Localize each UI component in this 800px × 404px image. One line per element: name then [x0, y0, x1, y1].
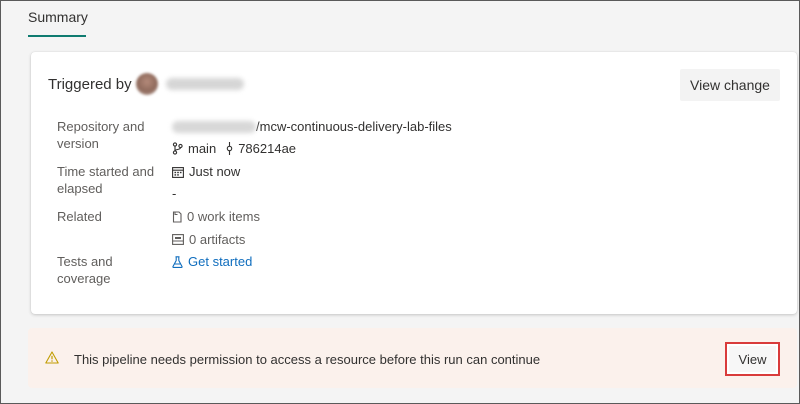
triggered-by-label: Triggered by: [48, 75, 132, 93]
tab-bar: Summary: [0, 0, 800, 42]
permission-message: This pipeline needs permission to access…: [74, 352, 541, 367]
calendar-icon: [172, 166, 184, 178]
tab-active-indicator: [28, 35, 86, 37]
artifacts-link[interactable]: 0 artifacts: [172, 231, 245, 248]
work-item-icon: [172, 210, 182, 223]
tab-summary[interactable]: Summary: [28, 9, 88, 25]
permission-banner: This pipeline needs permission to access…: [28, 328, 797, 388]
tests-label: Tests and coverage: [57, 254, 113, 286]
repository-org-redacted: [172, 120, 256, 133]
branch-icon: [172, 142, 183, 155]
triggered-by: Triggered by: [48, 73, 244, 95]
artifacts-count: 0 artifacts: [189, 232, 246, 247]
get-started-text: Get started: [188, 254, 253, 269]
time-started-value: Just now: [172, 163, 240, 180]
repository-label: Repository and version: [57, 119, 145, 151]
related-label: Related: [57, 209, 102, 224]
flask-icon: [172, 255, 183, 268]
time-elapsed: -: [172, 186, 177, 201]
branch-name[interactable]: main: [188, 140, 216, 157]
work-items-link[interactable]: 0 work items: [172, 208, 260, 225]
commit-icon: [226, 142, 233, 155]
repository-name: /mcw-continuous-delivery-lab-files: [256, 119, 452, 134]
version-value: main 786214ae: [172, 140, 296, 157]
repository-value[interactable]: /mcw-continuous-delivery-lab-files: [172, 118, 452, 135]
summary-card: Triggered by View change Repository and …: [31, 52, 797, 314]
time-label: Time started and elapsed: [57, 164, 155, 196]
avatar[interactable]: [135, 73, 158, 95]
get-started-link[interactable]: Get started: [172, 253, 252, 270]
triggered-by-user-redacted: [165, 78, 244, 90]
work-items-count: 0 work items: [187, 209, 260, 224]
warning-icon: [45, 351, 59, 369]
commit-id[interactable]: 786214ae: [238, 140, 296, 157]
view-button-highlight: View: [725, 342, 780, 376]
view-button[interactable]: View: [729, 346, 776, 372]
view-change-button[interactable]: View change: [680, 69, 780, 101]
artifact-icon: [172, 234, 184, 245]
time-started: Just now: [189, 164, 241, 179]
